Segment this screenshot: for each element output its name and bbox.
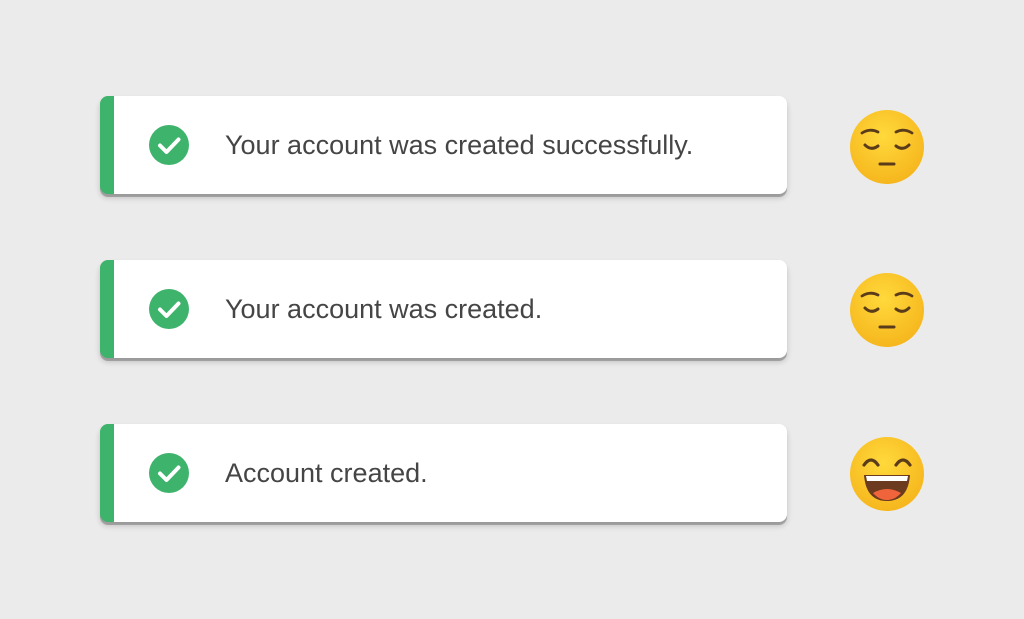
grinning-squinting-face-emoji (850, 437, 924, 511)
pensive-face-emoji (850, 110, 924, 184)
check-circle-icon (149, 125, 189, 165)
pensive-face-emoji (850, 273, 924, 347)
success-toast: Your account was created. (100, 260, 787, 358)
check-circle-icon (149, 453, 189, 493)
toast-message: Account created. (225, 458, 428, 488)
toast-message: Your account was created. (225, 294, 543, 324)
success-toast: Your account was created successfully. (100, 96, 787, 194)
toast-message: Your account was created successfully. (225, 130, 694, 160)
check-circle-icon (149, 289, 189, 329)
success-toast: Account created. (100, 424, 787, 522)
